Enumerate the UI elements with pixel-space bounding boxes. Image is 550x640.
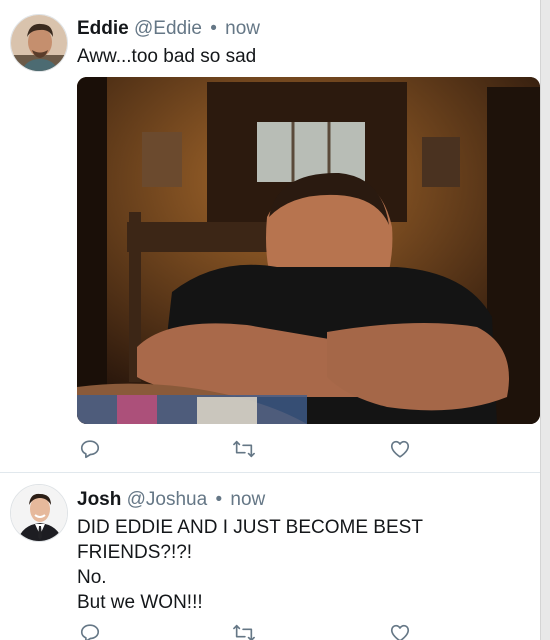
heart-icon [390,440,410,458]
retweet-button[interactable] [231,620,257,640]
reply-button[interactable] [77,436,103,462]
tweet-text-line: No. [77,567,107,588]
tweet-text-line: DID EDDIE AND I JUST BECOME BEST FRIENDS… [77,517,423,563]
tweet-media-image[interactable] [77,77,540,424]
tweet[interactable]: Eddie @Eddie • now Aww...too bad so sad [0,0,540,473]
separator-dot: • [215,489,223,510]
tweet-text: DID EDDIE AND I JUST BECOME BEST FRIENDS… [77,515,517,615]
display-name[interactable]: Josh [77,489,121,510]
avatar[interactable] [10,14,68,72]
like-button[interactable] [387,436,413,462]
avatar[interactable] [10,484,68,542]
avatar-photo [11,15,67,71]
tweet-header: Josh @Joshua • now [77,488,265,512]
avatar-photo [11,485,67,541]
tweet-text: Aww...too bad so sad [77,44,517,69]
retweet-icon [233,624,255,640]
tweet-text-line: But we WON!!! [77,592,203,613]
separator-dot: • [210,18,217,39]
timestamp[interactable]: now [225,18,260,39]
reply-icon [80,624,100,640]
tweet-text-line: Aww...too bad so sad [77,46,257,67]
tweet-actions [77,436,517,462]
twitter-feed: Eddie @Eddie • now Aww...too bad so sad [0,0,550,640]
retweet-icon [233,440,255,458]
heart-icon [390,624,410,640]
scroll-edge [540,0,550,640]
timestamp[interactable]: now [230,489,265,510]
reply-icon [80,440,100,459]
reply-button[interactable] [77,620,103,640]
retweet-button[interactable] [231,436,257,462]
display-name[interactable]: Eddie [77,18,129,39]
username[interactable]: @Joshua [127,489,208,510]
like-button[interactable] [387,620,413,640]
tweet-actions [77,620,517,640]
tweet-header: Eddie @Eddie • now [77,17,260,41]
username[interactable]: @Eddie [134,18,202,39]
media-photo [77,77,540,424]
